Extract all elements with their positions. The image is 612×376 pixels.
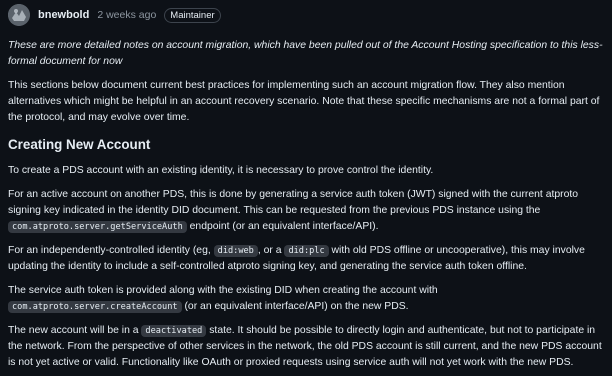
- paragraph-deactivated-state: The new account will be in a deactivated…: [8, 323, 604, 371]
- text-segment: , or a: [257, 245, 285, 256]
- comment-timestamp[interactable]: 2 weeks ago: [97, 7, 156, 23]
- maintainer-badge: Maintainer: [164, 7, 221, 23]
- intro-paragraph: This sections below document current bes…: [8, 80, 600, 123]
- comment-body: bnewbold 2 weeks ago Maintainer These ar…: [0, 0, 612, 371]
- intro-italic-note: These are more detailed notes on account…: [8, 40, 603, 67]
- avatar-image-icon: [8, 4, 30, 26]
- text-segment: endpoint (or an equivalent interface/API…: [186, 221, 379, 232]
- paragraph-active-account: For an active account on another PDS, th…: [8, 187, 604, 235]
- text-segment: For an independently-controlled identity…: [8, 245, 214, 256]
- section-heading: Creating New Account: [8, 137, 151, 152]
- paragraph-independent-identity: For an independently-controlled identity…: [8, 243, 604, 275]
- paragraph-prove-control: To create a PDS account with an existing…: [8, 165, 434, 176]
- avatar[interactable]: [8, 4, 30, 26]
- text-segment: For an active account on another PDS, th…: [8, 189, 579, 216]
- text-segment: The service auth token is provided along…: [8, 285, 438, 296]
- code-did-web: did:web: [213, 245, 258, 257]
- code-deactivated: deactivated: [141, 325, 207, 337]
- paragraph-service-auth-token: The service auth token is provided along…: [8, 283, 604, 315]
- author-name[interactable]: bnewbold: [38, 7, 89, 23]
- code-did-plc: did:plc: [284, 245, 329, 257]
- text-segment: (or an equivalent interface/API) on the …: [181, 301, 409, 312]
- code-get-service-auth: com.atproto.server.getServiceAuth: [8, 221, 187, 233]
- comment-header: bnewbold 2 weeks ago Maintainer: [8, 4, 604, 26]
- code-create-account: com.atproto.server.createAccount: [8, 301, 182, 313]
- text-segment: The new account will be in a: [8, 325, 142, 336]
